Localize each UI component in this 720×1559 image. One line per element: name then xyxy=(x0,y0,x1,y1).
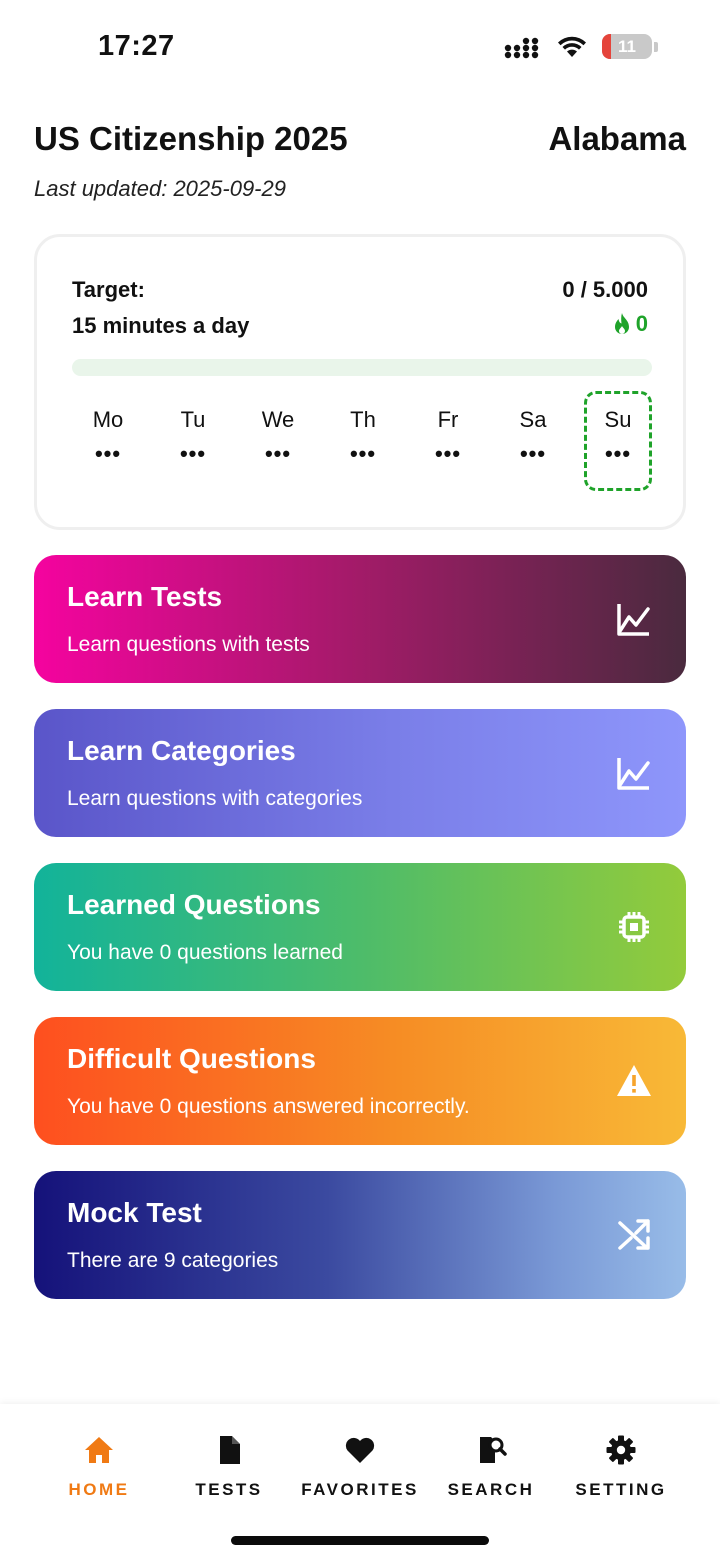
gear-icon xyxy=(606,1435,636,1465)
day-mo: Mo ••• xyxy=(74,391,142,491)
nav-label: SEARCH xyxy=(447,1480,535,1499)
day-name: Sa xyxy=(519,407,547,432)
day-sa: Sa ••• xyxy=(499,391,567,491)
chip-icon xyxy=(619,912,649,942)
card-title: Learned Questions xyxy=(67,889,321,920)
state-selector[interactable]: Alabama xyxy=(548,120,686,158)
streak-counter: 0 xyxy=(612,311,648,337)
day-fr: Fr ••• xyxy=(414,391,482,491)
home-icon xyxy=(85,1437,113,1463)
streak-value: 0 xyxy=(635,311,648,336)
card-title: Mock Test xyxy=(67,1197,202,1228)
heart-icon xyxy=(345,1437,375,1463)
difficult-questions-card[interactable]: Difficult Questions You have 0 questions… xyxy=(34,1017,686,1145)
learn-tests-card[interactable]: Learn Tests Learn questions with tests xyxy=(34,555,686,683)
document-icon xyxy=(220,1436,240,1464)
nav-label: FAVORITES xyxy=(301,1480,419,1499)
target-label: Target: xyxy=(72,277,145,302)
day-we: We ••• xyxy=(244,391,312,491)
nav-setting[interactable]: SETTING xyxy=(551,1434,691,1500)
target-goal: 15 minutes a day xyxy=(72,313,250,338)
card-subtitle: There are 9 categories xyxy=(67,1249,279,1272)
learn-categories-card[interactable]: Learn Categories Learn questions with ca… xyxy=(34,709,686,837)
day-name: Fr xyxy=(437,407,459,432)
day-status: ••• xyxy=(349,441,377,466)
nav-tests[interactable]: TESTS xyxy=(159,1434,299,1500)
warning-icon xyxy=(617,1065,651,1096)
battery-icon: 11 xyxy=(602,34,652,59)
home-indicator xyxy=(231,1536,489,1545)
card-title: Learn Tests xyxy=(67,581,223,612)
wifi-icon xyxy=(558,36,586,57)
target-count: 0 / 5.000 xyxy=(562,277,648,302)
cellular-signal-icon xyxy=(504,37,539,58)
shuffle-icon xyxy=(618,1219,650,1250)
flame-icon xyxy=(614,313,629,334)
daily-progress-bar xyxy=(72,359,652,376)
status-time: 17:27 xyxy=(98,30,175,62)
day-status: ••• xyxy=(264,441,292,466)
day-name: Su xyxy=(604,407,632,432)
battery-indicator: 11 xyxy=(602,34,658,59)
status-bar: 17:27 11 xyxy=(0,0,720,96)
daily-target-card[interactable]: Target: 15 minutes a day 0 / 5.000 0 Mo •… xyxy=(34,234,686,530)
card-title: Learn Categories xyxy=(67,735,296,766)
nav-label: TESTS xyxy=(195,1480,263,1499)
home-screen: 17:27 11 US Citizenship 2025 Alabama Las… xyxy=(0,0,720,1559)
day-name: We xyxy=(261,407,295,432)
day-name: Mo xyxy=(92,407,124,432)
day-status: ••• xyxy=(434,441,462,466)
nav-label: HOME xyxy=(68,1480,130,1499)
day-status: ••• xyxy=(519,441,547,466)
day-tu: Tu ••• xyxy=(159,391,227,491)
day-name: Tu xyxy=(180,407,206,432)
nav-home[interactable]: HOME xyxy=(29,1434,169,1500)
status-icons: 11 xyxy=(504,34,658,59)
nav-label: SETTING xyxy=(575,1480,667,1499)
day-th: Th ••• xyxy=(329,391,397,491)
day-su: Su ••• xyxy=(584,391,652,491)
week-days: Mo ••• Tu ••• We ••• Th ••• Fr ••• Sa ••• Su ••• xyxy=(65,391,661,495)
nav-favorites[interactable]: FAVORITES xyxy=(290,1434,430,1500)
card-subtitle: You have 0 questions answered incorrectl… xyxy=(67,1095,470,1118)
day-status: ••• xyxy=(94,441,122,466)
day-status: ••• xyxy=(604,441,632,466)
card-subtitle: Learn questions with categories xyxy=(67,787,363,810)
card-subtitle: You have 0 questions learned xyxy=(67,941,343,964)
day-status: ••• xyxy=(179,441,207,466)
page-title: US Citizenship 2025 xyxy=(34,120,348,157)
card-title: Difficult Questions xyxy=(67,1043,316,1074)
nav-search[interactable]: SEARCH xyxy=(421,1434,561,1500)
day-name: Th xyxy=(350,407,376,432)
mock-test-card[interactable]: Mock Test There are 9 categories xyxy=(34,1171,686,1299)
chart-line-icon xyxy=(617,604,650,636)
learned-questions-card[interactable]: Learned Questions You have 0 questions l… xyxy=(34,863,686,991)
chart-line-icon xyxy=(617,758,650,790)
battery-level: 11 xyxy=(618,36,636,56)
search-document-icon xyxy=(480,1437,507,1463)
last-updated-text: Last updated: 2025-09-29 xyxy=(34,176,286,201)
card-subtitle: Learn questions with tests xyxy=(67,633,310,656)
